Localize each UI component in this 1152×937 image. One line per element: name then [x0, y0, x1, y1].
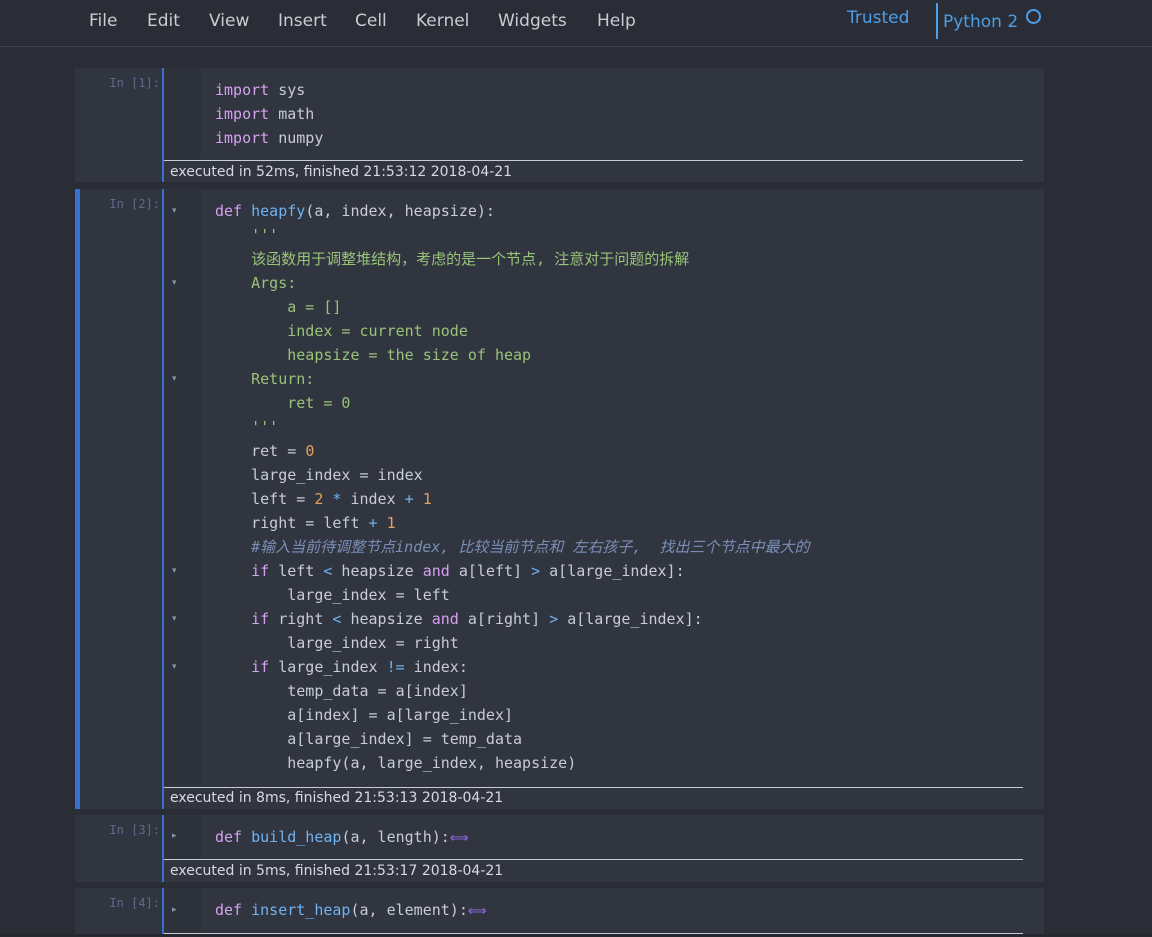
- cell-prompt: In [3]:: [109, 823, 160, 837]
- collapsed-ellipsis-icon[interactable]: ⟺: [450, 831, 469, 846]
- menu-cell[interactable]: Cell: [355, 11, 387, 31]
- cell-gutter: [164, 68, 201, 159]
- exec-divider: [164, 859, 1023, 860]
- collapsed-ellipsis-icon[interactable]: ⟺: [468, 904, 487, 919]
- menu-file[interactable]: File: [89, 11, 117, 31]
- fold-closed-icon[interactable]: ▸: [172, 905, 177, 915]
- code-editor[interactable]: def build_heap(a, length):⟺: [215, 825, 468, 851]
- cell-prompt: In [2]:: [109, 197, 160, 211]
- menu-edit[interactable]: Edit: [147, 11, 180, 31]
- code-editor[interactable]: def insert_heap(a, element):⟺: [215, 898, 487, 924]
- execution-info: executed in 5ms, finished 21:53:17 2018-…: [170, 863, 504, 879]
- execution-info: executed in 8ms, finished 21:53:13 2018-…: [170, 790, 504, 806]
- menu-widgets[interactable]: Widgets: [498, 11, 567, 31]
- menu-kernel[interactable]: Kernel: [416, 11, 469, 31]
- kernel-idle-icon: [1026, 9, 1041, 24]
- exec-divider: [164, 787, 1023, 788]
- code-cell[interactable]: In [1]: import sys import math import nu…: [75, 68, 1044, 182]
- trusted-indicator[interactable]: Trusted: [847, 8, 909, 28]
- fold-closed-icon[interactable]: ▸: [172, 831, 177, 841]
- menubar: File Edit View Insert Cell Kernel Widget…: [0, 0, 1152, 47]
- fold-open-icon[interactable]: ▾: [172, 374, 177, 384]
- fold-open-icon[interactable]: ▾: [172, 614, 177, 624]
- cell-prompt: In [4]:: [109, 896, 160, 910]
- fold-open-icon[interactable]: ▾: [172, 662, 177, 672]
- kernel-name[interactable]: Python 2: [943, 12, 1018, 32]
- menu-help[interactable]: Help: [597, 11, 636, 31]
- code-cell-selected[interactable]: In [2]: ▾ ▾ ▾ ▾ ▾ ▾ def heapfy(a, index,…: [75, 189, 1044, 809]
- menu-insert[interactable]: Insert: [278, 11, 327, 31]
- cell-gutter: [164, 815, 201, 859]
- execution-info: executed in 52ms, finished 21:53:12 2018…: [170, 164, 513, 180]
- fold-open-icon[interactable]: ▾: [172, 566, 177, 576]
- code-editor[interactable]: import sys import math import numpy: [215, 78, 323, 150]
- code-cell[interactable]: In [3]: ▸ def build_heap(a, length):⟺ ex…: [75, 815, 1044, 882]
- kernel-divider: [936, 3, 938, 39]
- fold-open-icon[interactable]: ▾: [172, 206, 177, 216]
- code-cell[interactable]: In [4]: ▸ def insert_heap(a, element):⟺: [75, 888, 1044, 937]
- cell-gutter: [164, 189, 201, 786]
- menu-view[interactable]: View: [209, 11, 249, 31]
- fold-open-icon[interactable]: ▾: [172, 278, 177, 288]
- cell-gutter: [164, 888, 201, 937]
- code-editor[interactable]: def heapfy(a, index, heapsize): ''' 该函数用…: [215, 199, 810, 775]
- cell-prompt: In [1]:: [109, 76, 160, 90]
- exec-divider: [164, 160, 1023, 161]
